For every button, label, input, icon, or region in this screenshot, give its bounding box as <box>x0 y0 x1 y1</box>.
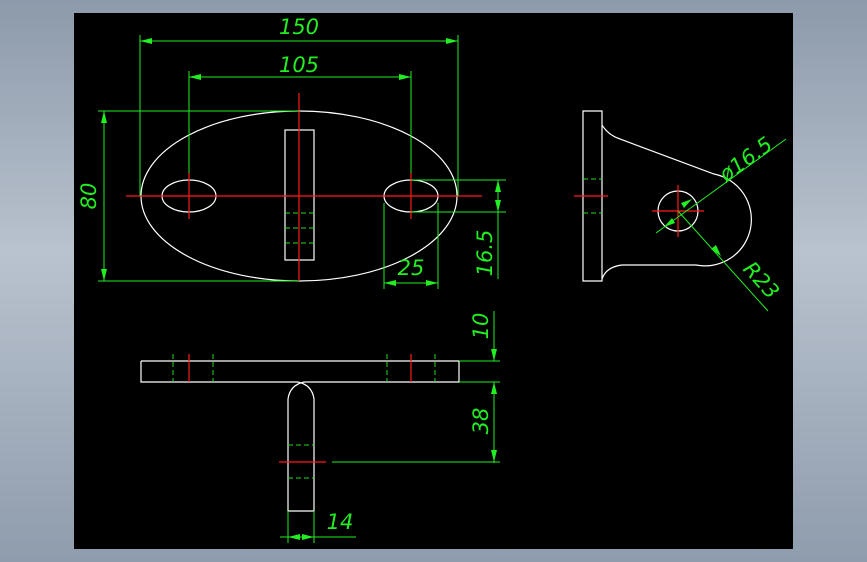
dim-label-eye-hole-diameter: ø16.5 <box>714 132 777 187</box>
dimension-14: 14 <box>280 510 356 543</box>
dim-label-overall-length: 150 <box>279 15 319 39</box>
cad-drawing: 150 105 80 25 16.5 10 38 14 ø16.5 R23 <box>77 15 787 543</box>
front-outline <box>141 360 460 512</box>
top-view <box>126 93 482 282</box>
dimension-105: 105 <box>188 53 412 173</box>
side-view <box>574 110 752 282</box>
dim-label-overall-height: 80 <box>77 183 101 210</box>
dim-label-hole-diameter: 16.5 <box>473 230 497 277</box>
dim-label-hole-spacing: 105 <box>279 53 319 77</box>
dim-label-eye-radius: R23 <box>738 257 783 304</box>
drawing-canvas: 150 105 80 25 16.5 10 38 14 ø16.5 R23 <box>74 13 793 549</box>
front-view <box>140 354 460 512</box>
dimension-eye-radius: R23 <box>677 210 784 312</box>
dim-label-stem-height: 38 <box>469 408 493 435</box>
dimension-38: 38 <box>332 408 500 463</box>
dim-label-slot-width: 25 <box>398 256 425 280</box>
dimension-10: 10 <box>459 311 500 463</box>
dim-label-flange-thickness: 10 <box>469 313 493 340</box>
dim-label-stem-width: 14 <box>327 510 354 534</box>
side-outline <box>582 110 752 282</box>
dimension-eye-diameter: ø16.5 <box>655 132 787 234</box>
